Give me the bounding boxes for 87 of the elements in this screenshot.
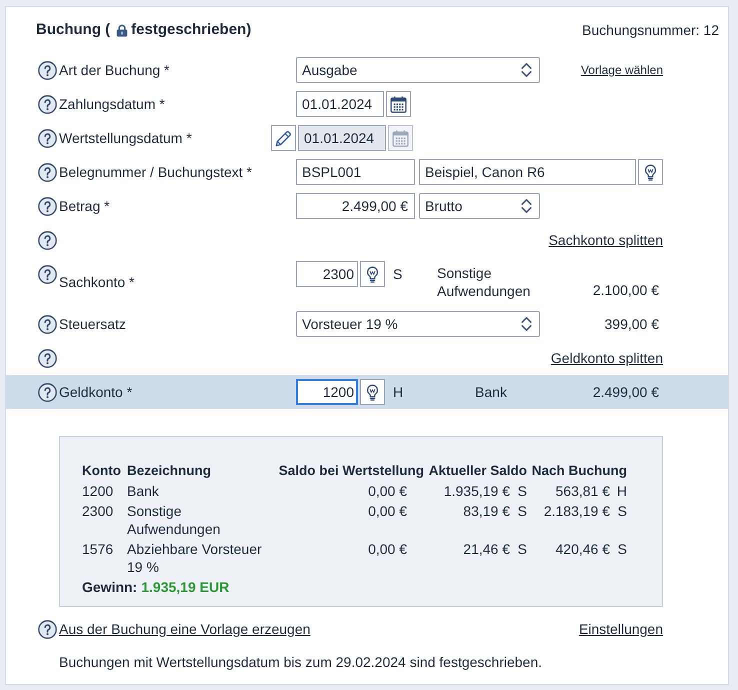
panel-title: Buchung ( xyxy=(36,20,110,40)
column-header: Nach Buchung xyxy=(530,462,627,480)
help-icon[interactable] xyxy=(38,230,57,250)
field-label: Steuersatz xyxy=(59,315,126,333)
debit-credit-marker: S xyxy=(618,502,627,520)
create-template-link[interactable]: Aus der Buchung eine Vorlage erzeugen xyxy=(59,618,310,640)
amount-text: 2.100,00 € xyxy=(592,281,660,299)
split-link[interactable]: Sachkonto splitten xyxy=(548,231,663,249)
table-cell: 2.183,19 € xyxy=(544,502,610,520)
table-cell: 1.935,19 € xyxy=(444,482,510,500)
field-label: Zahlungsdatum * xyxy=(59,95,165,113)
table-cell-text: Sonstige Aufwendungen xyxy=(127,502,222,538)
column-header: Bezeichnung xyxy=(127,462,212,480)
suggest-button[interactable] xyxy=(360,379,385,405)
debit-credit-marker: S xyxy=(518,540,527,558)
help-icon[interactable] xyxy=(38,348,57,368)
account-name: Sonstige Aufwendungen xyxy=(437,264,532,300)
help-icon[interactable] xyxy=(38,128,57,148)
debit-credit-marker: S xyxy=(618,540,627,558)
text-field[interactable]: BSPL001 xyxy=(296,159,415,185)
help-icon[interactable] xyxy=(38,94,57,114)
lightbulb-icon xyxy=(366,384,379,400)
help-icon[interactable] xyxy=(38,620,57,638)
field-label: Sachkonto * xyxy=(59,273,134,291)
suggest-button[interactable] xyxy=(360,261,385,287)
table-cell-text: 1200 xyxy=(82,482,114,500)
table-cell: 21,46 € xyxy=(463,540,510,558)
debit-credit-marker: S xyxy=(518,502,527,520)
account-name: Bank xyxy=(475,383,507,401)
suggest-button[interactable] xyxy=(638,159,663,185)
field-label: Wertstellungsdatum * xyxy=(59,129,192,147)
amount-text: 399,00 € xyxy=(604,314,660,334)
lock-notice: Buchungen mit Wertstellungsdatum bis zum 29.02.2024 sind festgeschrieben. xyxy=(59,653,544,671)
table-cell: 0,00 € xyxy=(368,482,407,500)
help-icon[interactable] xyxy=(38,314,57,334)
dropdown[interactable]: Ausgabe xyxy=(296,57,540,83)
table-cell-text: Abziehbare Vorsteuer 19 % xyxy=(127,540,263,576)
field-label: Geldkonto * xyxy=(59,383,132,401)
lock-status: festgeschrieben) xyxy=(131,20,252,40)
table-cell-text: Bank xyxy=(127,482,160,500)
help-icon[interactable] xyxy=(38,382,57,402)
lightbulb-icon xyxy=(366,266,379,282)
column-header: Saldo bei Wertstellung xyxy=(278,462,424,480)
debit-credit-marker: H xyxy=(616,482,627,500)
table-cell-text: 1576 xyxy=(82,540,114,559)
help-icon[interactable] xyxy=(38,264,57,284)
edit-button[interactable] xyxy=(271,125,296,151)
text-field[interactable]: Beispiel, Canon R6 xyxy=(419,159,636,185)
result-value: 1.935,19 EUR xyxy=(141,578,230,596)
debit-credit-marker: S xyxy=(518,482,527,500)
chevron-icon xyxy=(521,62,532,78)
date-field[interactable]: 01.01.2024 xyxy=(296,91,384,117)
debit-credit-marker: S xyxy=(393,264,402,284)
template-link[interactable]: Vorlage wählen xyxy=(580,61,663,79)
table-cell: 83,19 € xyxy=(463,502,510,520)
table-cell-text: 2300 xyxy=(82,502,114,521)
amount-text: 2.499,00 € xyxy=(592,383,660,401)
help-icon[interactable] xyxy=(38,196,57,216)
table-cell: 0,00 € xyxy=(368,540,407,558)
column-header: Konto xyxy=(82,462,122,480)
result-label: Gewinn: xyxy=(82,578,138,596)
help-icon[interactable] xyxy=(38,162,57,182)
split-link[interactable]: Geldkonto splitten xyxy=(550,349,663,367)
calendar-icon xyxy=(392,130,409,146)
settings-link[interactable]: Einstellungen xyxy=(578,618,663,640)
calendar-button[interactable] xyxy=(386,91,411,117)
date-field: 01.01.2024 xyxy=(298,125,386,151)
table-cell: 420,46 € xyxy=(556,540,610,558)
chevron-icon xyxy=(521,316,532,332)
pencil-icon xyxy=(275,130,292,146)
dropdown[interactable]: Brutto xyxy=(419,193,540,219)
table-cell: 0,00 € xyxy=(368,502,407,520)
calendar-icon xyxy=(390,96,407,112)
account-field[interactable]: 1200 xyxy=(296,379,358,405)
chevron-icon xyxy=(521,198,532,214)
column-header: Aktueller Saldo xyxy=(428,462,527,480)
account-field[interactable]: 2300 xyxy=(296,261,358,287)
booking-number: Buchungsnummer: 12 xyxy=(582,20,719,40)
help-icon[interactable] xyxy=(38,60,57,80)
lightbulb-icon xyxy=(644,164,657,180)
field-label: Art der Buchung * xyxy=(59,61,170,79)
debit-credit-marker: H xyxy=(393,382,404,402)
table-cell: 563,81 € xyxy=(556,482,610,500)
field-label: Betrag * xyxy=(59,197,110,215)
field-label: Belegnummer / Buchungstext * xyxy=(59,163,252,181)
amount-field[interactable]: 2.499,00 € xyxy=(296,193,415,219)
dropdown[interactable]: Vorsteuer 19 % xyxy=(296,311,540,337)
